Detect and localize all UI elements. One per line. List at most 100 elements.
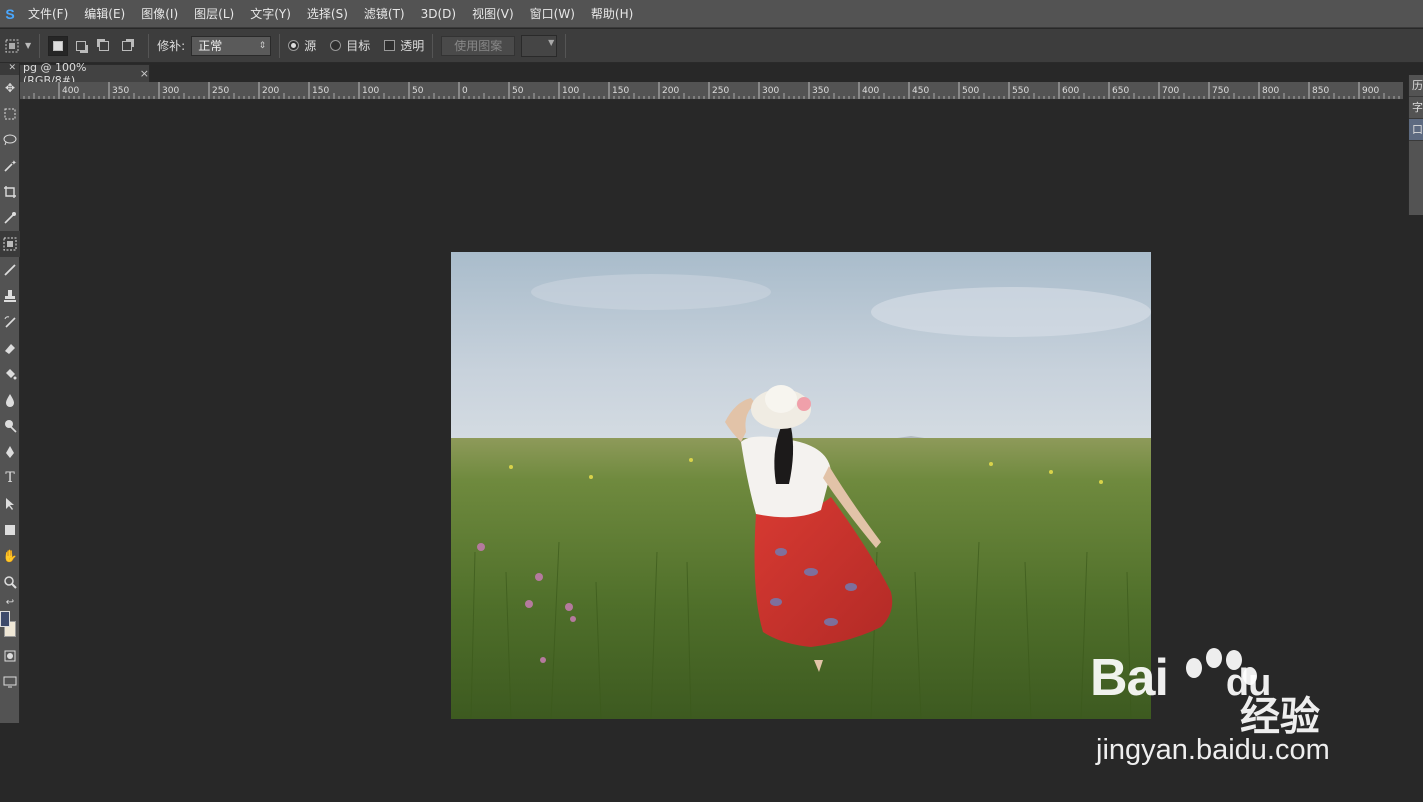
character-panel-button[interactable]: 字 <box>1409 97 1423 119</box>
new-selection-button[interactable] <box>48 35 69 56</box>
tool-preset-picker[interactable]: ▼ <box>4 38 31 54</box>
menu-filter[interactable]: 滤镜(T) <box>356 0 413 28</box>
menu-help[interactable]: 帮助(H) <box>583 0 641 28</box>
ruler-label: 850 <box>1312 86 1329 96</box>
source-radio[interactable]: 源 <box>288 37 316 54</box>
right-panel-dock: 历 字 口 <box>1408 75 1423 215</box>
layers-panel-button[interactable]: 口 <box>1409 119 1423 141</box>
menu-3d[interactable]: 3D(D) <box>413 0 464 28</box>
ruler-label: 400 <box>62 86 79 96</box>
menu-view[interactable]: 视图(V) <box>464 0 522 28</box>
marquee-icon[interactable] <box>0 101 20 127</box>
tools-panel: ✕ ✥ ✦ T ✋ ↩ <box>0 63 20 723</box>
patch-mode-value: 正常 <box>198 38 223 53</box>
menu-type[interactable]: 文字(Y) <box>242 0 299 28</box>
menu-select[interactable]: 选择(S) <box>299 0 356 28</box>
ruler-label: 150 <box>312 86 329 96</box>
document-image[interactable] <box>451 252 1151 719</box>
dodge-icon[interactable] <box>0 413 20 439</box>
history-brush-icon[interactable] <box>0 309 20 335</box>
ruler-label: 250 <box>212 86 229 96</box>
divider <box>432 33 434 58</box>
use-pattern-button[interactable]: 使用图案 <box>441 35 516 56</box>
chevron-down-icon: ▼ <box>25 41 32 50</box>
eyedropper-icon[interactable] <box>0 205 20 231</box>
ruler-label: 200 <box>662 86 679 96</box>
ruler-label: 600 <box>1062 86 1079 96</box>
app-logo: S <box>5 5 15 22</box>
swap-colors-icon[interactable]: ↩ <box>0 595 20 609</box>
crop-icon[interactable] <box>0 179 20 205</box>
ruler-label: 100 <box>362 86 379 96</box>
color-swatches[interactable] <box>0 609 19 643</box>
quick-mask-icon[interactable] <box>0 643 20 669</box>
ruler-label: 550 <box>1012 86 1029 96</box>
magic-wand-icon[interactable]: ✦ <box>0 153 20 179</box>
transparent-label: 透明 <box>400 39 425 53</box>
ruler-label: 300 <box>762 86 779 96</box>
screen-mode-icon[interactable] <box>0 669 20 695</box>
ruler-label: 50 <box>512 86 524 96</box>
ruler-label: 350 <box>812 86 829 96</box>
divider <box>565 33 567 58</box>
stamp-icon[interactable] <box>0 283 20 309</box>
patch-icon <box>5 39 19 52</box>
patch-mode-select[interactable]: 正常 ⇕ <box>191 35 272 56</box>
baidu-jingyan-watermark: Baidu 经验 jingyan.baidu.com <box>1090 648 1380 778</box>
menu-edit[interactable]: 编辑(E) <box>76 0 133 28</box>
subtract-selection-button[interactable] <box>94 36 114 56</box>
document-tab[interactable]: pg @ 100%(RGB/8#) × <box>0 61 150 87</box>
radio-dot <box>288 40 300 51</box>
divider <box>148 33 150 58</box>
source-label: 源 <box>304 39 317 53</box>
ruler-label: 350 <box>112 86 129 96</box>
ruler-label: 750 <box>1212 86 1229 96</box>
pen-icon[interactable] <box>0 439 20 465</box>
shape-icon[interactable] <box>0 517 20 543</box>
menu-image[interactable]: 图像(I) <box>133 0 186 28</box>
watermark-url: jingyan.baidu.com <box>1096 734 1330 766</box>
menu-window[interactable]: 窗口(W) <box>522 0 583 28</box>
transparent-checkbox[interactable]: 透明 <box>384 37 424 54</box>
options-bar: ▼ 修补: 正常 ⇕ 源 目标 透明 使用图案 ▼ <box>0 29 1423 63</box>
menu-bar: S 文件(F) 编辑(E) 图像(I) 图层(L) 文字(Y) 选择(S) 滤镜… <box>0 0 1423 28</box>
close-icon[interactable]: × <box>140 67 149 80</box>
ruler-label: 250 <box>712 86 729 96</box>
type-icon[interactable]: T <box>0 465 20 491</box>
ruler-label: 150 <box>612 86 629 96</box>
history-panel-button[interactable]: 历 <box>1409 75 1423 97</box>
checkbox-box <box>384 40 396 51</box>
path-select-icon[interactable] <box>0 491 20 517</box>
ruler-label: 650 <box>1112 86 1129 96</box>
svg-text:✦: ✦ <box>11 159 17 167</box>
target-radio[interactable]: 目标 <box>330 37 370 54</box>
photoshop-window: S 文件(F) 编辑(E) 图像(I) 图层(L) 文字(Y) 选择(S) 滤镜… <box>0 0 1423 802</box>
zoom-icon[interactable] <box>0 569 20 595</box>
hand-icon[interactable]: ✋ <box>0 543 20 569</box>
updown-arrows-icon: ⇕ <box>258 40 267 51</box>
ruler-label: 400 <box>862 86 879 96</box>
ruler-label: 500 <box>962 86 979 96</box>
pattern-picker[interactable]: ▼ <box>521 34 558 57</box>
patch-icon[interactable] <box>0 231 20 257</box>
ruler-label: 700 <box>1162 86 1179 96</box>
menu-file[interactable]: 文件(F) <box>20 0 76 28</box>
ruler-label: 200 <box>262 86 279 96</box>
chevron-down-icon: ▼ <box>548 37 555 47</box>
intersect-selection-button[interactable] <box>117 36 137 56</box>
horizontal-ruler[interactable]: 400 350 300 250 200 150 100 50 0 50 100 150 200 250 30… <box>20 82 1403 100</box>
lasso-icon[interactable] <box>0 127 20 153</box>
eraser-icon[interactable] <box>0 335 20 361</box>
patch-label: 修补: <box>157 39 186 53</box>
paint-bucket-icon[interactable] <box>0 361 20 387</box>
ruler-label: 100 <box>562 86 579 96</box>
close-icon[interactable]: ✕ <box>0 63 19 75</box>
brush-icon[interactable] <box>0 257 20 283</box>
add-selection-button[interactable] <box>71 36 91 56</box>
move-icon[interactable]: ✥ <box>0 75 20 101</box>
menu-layer[interactable]: 图层(L) <box>186 0 242 28</box>
watermark-brand-bai: Bai <box>1090 649 1169 707</box>
divider <box>39 33 41 58</box>
blur-icon[interactable] <box>0 387 20 413</box>
foreground-color-swatch[interactable] <box>0 611 10 627</box>
